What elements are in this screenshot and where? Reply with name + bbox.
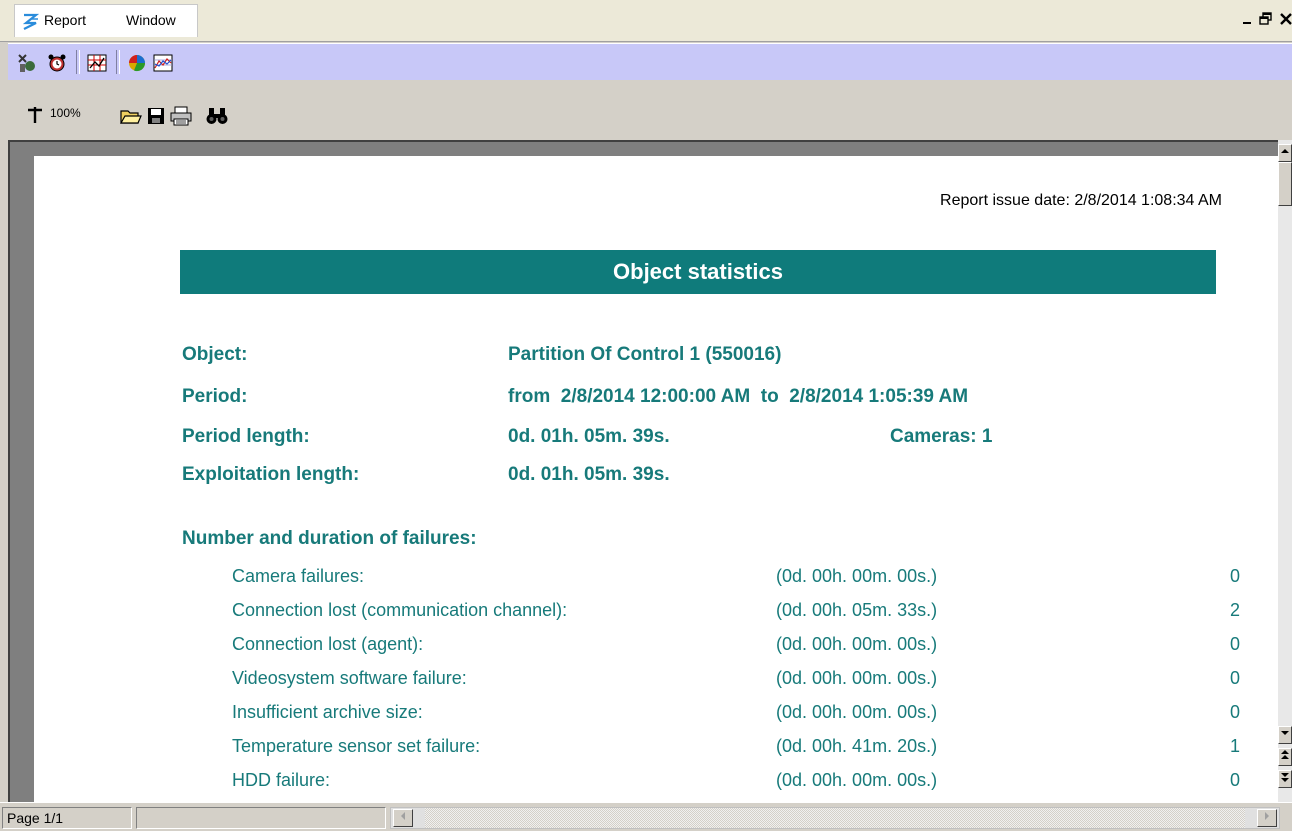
report-grid-button[interactable] — [86, 52, 108, 74]
arrow-up-icon — [1281, 149, 1289, 153]
failure-count: 0 — [1229, 668, 1240, 688]
status-panel — [136, 807, 386, 829]
alarm-clock-icon — [48, 54, 66, 72]
vertical-scrollbar[interactable] — [1278, 140, 1292, 802]
failure-duration: (0d. 00h. 00m. 00s.) — [776, 702, 938, 722]
zoom-icon — [28, 107, 42, 123]
horizontal-scrollbar[interactable] — [390, 807, 1280, 829]
object-value: Partition Of Control 1 (550016) — [508, 344, 782, 365]
save-disk-icon — [148, 108, 164, 124]
menu-window[interactable]: Window — [126, 12, 176, 28]
failure-count: 0 — [1229, 566, 1240, 586]
period-length-value: 0d. 01h. 05m. 39s. — [508, 426, 670, 447]
arrow-right-icon — [1265, 812, 1269, 820]
failure-count: 1 — [1229, 736, 1240, 756]
report-page: Report issue date: 2/8/2014 1:08:34 AM O… — [34, 156, 1280, 804]
close-icon — [1280, 13, 1292, 25]
save-button[interactable] — [146, 106, 168, 128]
scroll-left-button[interactable] — [393, 809, 413, 827]
tools-button[interactable] — [16, 52, 38, 74]
exploitation-length-label: Exploitation length: — [182, 464, 360, 485]
failure-label: HDD failure: — [232, 770, 331, 790]
tools-icon — [18, 54, 35, 72]
printer-icon — [170, 106, 192, 126]
restore-icon — [1259, 12, 1272, 25]
period-value: from 2/8/2014 12:00:00 AM to 2/8/2014 1:… — [508, 386, 969, 407]
failure-count: 0 — [1229, 634, 1240, 654]
restore-button[interactable] — [1256, 12, 1276, 32]
menu-bar: Report Window — [0, 0, 1292, 42]
failure-label: Connection lost (agent): — [232, 634, 424, 654]
menu-report[interactable]: Report — [44, 12, 86, 28]
failure-duration: (0d. 00h. 00m. 00s.) — [776, 770, 938, 790]
failure-duration: (0d. 00h. 00m. 00s.) — [776, 668, 938, 688]
line-chart-icon — [153, 54, 173, 72]
page-up-button[interactable] — [1278, 748, 1292, 766]
cameras-count: Cameras: 1 — [890, 426, 993, 447]
arrow-left-icon — [401, 812, 405, 820]
minimize-icon — [1243, 22, 1251, 24]
report-issue-date: Report issue date: 2/8/2014 1:08:34 AM — [940, 192, 1222, 209]
failure-duration: (0d. 00h. 00m. 00s.) — [776, 566, 938, 586]
failure-label: Camera failures: — [232, 566, 365, 586]
report-viewport[interactable]: Report issue date: 2/8/2014 1:08:34 AM O… — [8, 140, 1280, 804]
failure-duration: (0d. 00h. 00m. 00s.) — [776, 634, 938, 654]
period-label: Period: — [182, 386, 248, 407]
print-button[interactable] — [170, 106, 192, 128]
pie-chart-button[interactable] — [126, 52, 148, 74]
arrow-down-icon — [1281, 731, 1289, 735]
minimize-button[interactable] — [1238, 12, 1258, 32]
failure-duration: (0d. 00h. 41m. 20s.) — [776, 736, 938, 756]
failure-count: 2 — [1229, 600, 1240, 620]
failure-label: Temperature sensor set failure: — [232, 736, 481, 756]
period-length-label: Period length: — [182, 426, 310, 447]
report-title: Object statistics — [180, 250, 1216, 294]
close-button[interactable] — [1276, 12, 1292, 32]
failure-label: Insufficient archive size: — [232, 702, 423, 722]
failure-label: Videosystem software failure: — [232, 668, 467, 688]
zoom-level[interactable]: 100% — [50, 106, 81, 120]
failure-label: Connection lost (communication channel): — [232, 600, 568, 620]
open-folder-icon — [119, 110, 142, 124]
page-down-button[interactable] — [1278, 770, 1292, 788]
alarm-button[interactable] — [46, 52, 68, 74]
pie-chart-icon — [129, 55, 146, 72]
toolbar-document: 100% — [8, 80, 1292, 140]
status-page-indicator: Page 1/1 — [2, 807, 132, 829]
binoculars-icon — [206, 108, 228, 124]
failure-count: 0 — [1229, 702, 1240, 722]
scroll-up-button[interactable] — [1278, 144, 1292, 162]
scroll-right-button[interactable] — [1257, 809, 1277, 827]
toolbar-main — [8, 43, 1292, 80]
app-logo-icon — [22, 13, 40, 30]
open-button[interactable] — [119, 106, 142, 128]
object-label: Object: — [182, 344, 248, 365]
scroll-track[interactable] — [425, 808, 1245, 828]
exploitation-length-value: 0d. 01h. 05m. 39s. — [508, 464, 670, 485]
status-bar: Page 1/1 — [0, 802, 1292, 831]
scroll-thumb[interactable] — [1278, 162, 1292, 206]
scroll-down-button[interactable] — [1278, 726, 1292, 744]
find-button[interactable] — [206, 106, 228, 128]
double-arrow-down-icon — [1281, 773, 1289, 782]
failures-heading: Number and duration of failures: — [182, 528, 477, 549]
report-grid-icon — [87, 54, 107, 72]
failure-duration: (0d. 00h. 05m. 33s.) — [776, 600, 938, 620]
line-chart-button[interactable] — [152, 52, 174, 74]
failure-count: 0 — [1229, 770, 1240, 790]
double-arrow-up-icon — [1281, 750, 1289, 759]
zoom-button[interactable] — [26, 106, 48, 128]
